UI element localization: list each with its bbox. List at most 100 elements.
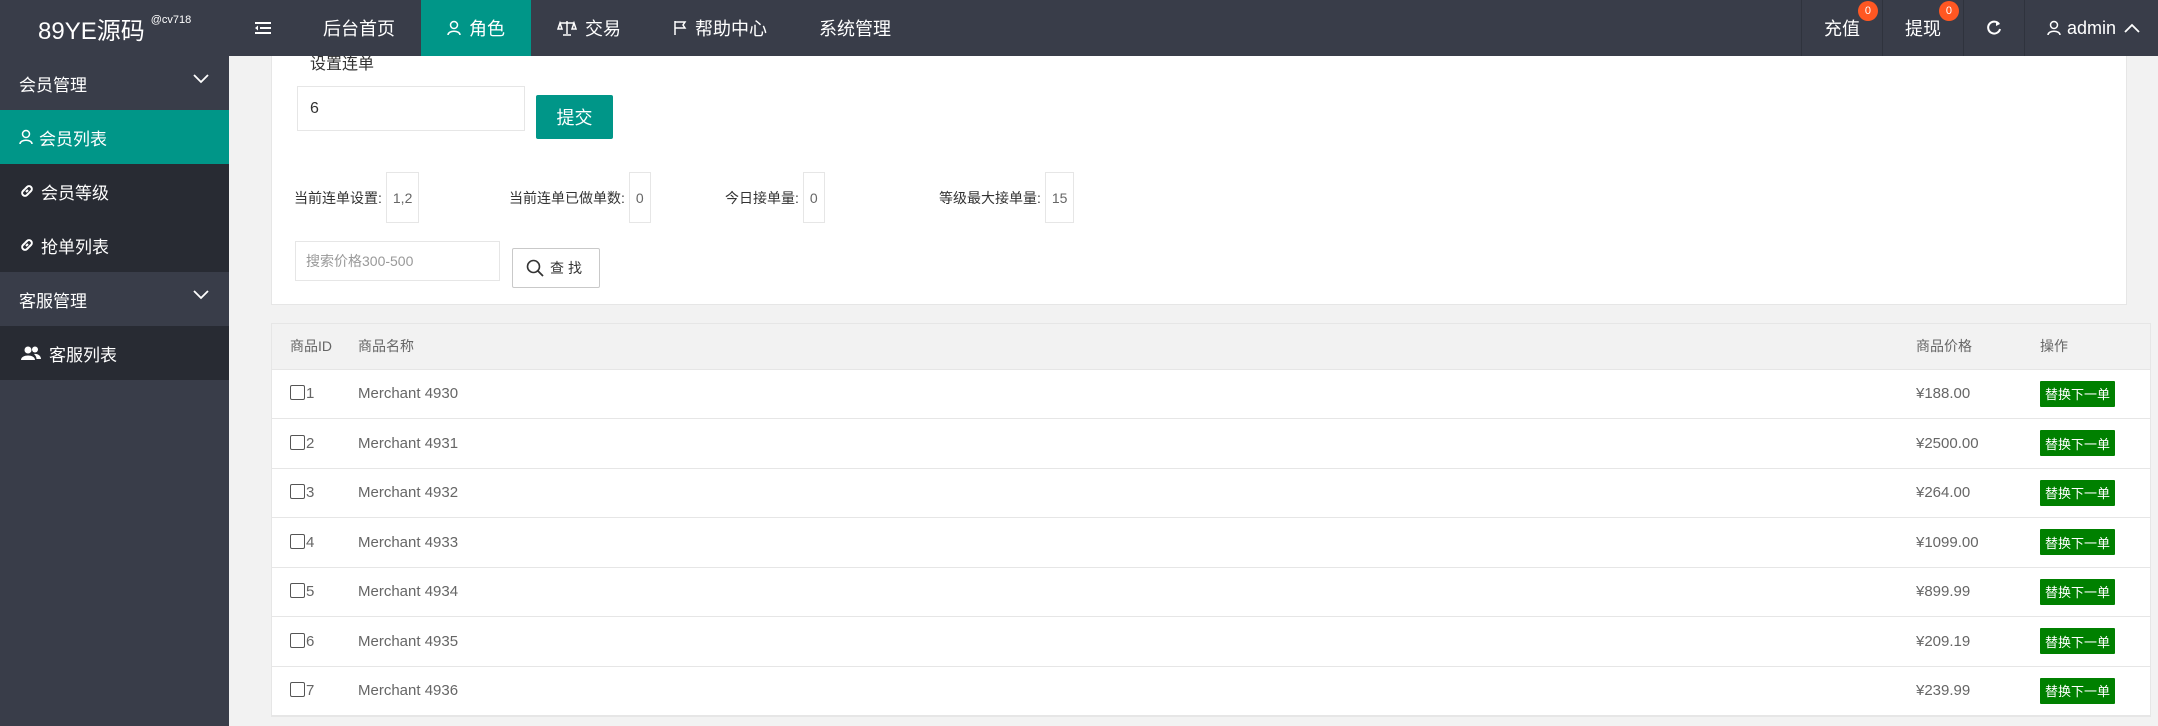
logo-text: 89YE源码 (38, 17, 145, 45)
chevron-down-icon (193, 290, 209, 300)
col-price: 商品价格 (1916, 324, 2040, 370)
row-checkbox[interactable] (290, 434, 305, 450)
cell-price: ¥2500.00 (1916, 418, 2040, 469)
stat-today-orders: 今日接单量: 0 (725, 172, 825, 223)
user-menu[interactable]: admin (2023, 0, 2158, 56)
stat-value: 0 (628, 172, 651, 223)
withdraw-button[interactable]: 提现 0 (1881, 0, 1963, 56)
refresh-icon (1987, 20, 2001, 35)
replace-next-button[interactable]: 替换下一单 (2040, 628, 2116, 655)
row-checkbox[interactable] (290, 632, 305, 648)
cell-name: Merchant 4933 (358, 517, 1916, 568)
sidebar: 会员管理 会员列表 会员等级 抢单列表 客服管理 客服列表 (0, 56, 229, 726)
stat-value: 15 (1044, 172, 1075, 223)
chevron-up-icon (2124, 23, 2140, 33)
search-icon (526, 259, 544, 277)
replace-next-button[interactable]: 替换下一单 (2040, 380, 2116, 407)
scale-icon (557, 20, 577, 36)
lian-order-input[interactable]: 6 (297, 86, 525, 131)
cell-price: ¥239.99 (1916, 666, 2040, 716)
table-row: 2 Merchant 4931 ¥2500.00 替换下一单 (272, 418, 2150, 469)
search-button[interactable]: 查找 (512, 248, 600, 288)
sidebar-group-label: 会员管理 (19, 75, 87, 95)
table-row: 5 Merchant 4934 ¥899.99 替换下一单 (272, 567, 2150, 617)
flag-icon (673, 20, 687, 36)
cell-price: ¥899.99 (1916, 567, 2040, 617)
sidebar-item-label: 抢单列表 (41, 237, 109, 257)
row-id: 7 (306, 682, 315, 700)
submit-button[interactable]: 提交 (536, 95, 613, 139)
row-id: 6 (306, 632, 315, 650)
recharge-button[interactable]: 充值 0 (1800, 0, 1882, 56)
user-name: admin (2066, 17, 2116, 38)
price-search-input[interactable]: 搜索价格300-500 (295, 241, 500, 281)
refresh-button[interactable] (1962, 0, 2024, 56)
cell-name: Merchant 4932 (358, 468, 1916, 518)
replace-next-button[interactable]: 替换下一单 (2040, 578, 2116, 605)
cell-id: 7 (272, 666, 358, 716)
sidebar-group-label: 客服管理 (19, 291, 87, 311)
replace-next-button[interactable]: 替换下一单 (2040, 430, 2116, 457)
logo-sub: @cv718 (150, 14, 192, 26)
cell-op: 替换下一单 (2040, 369, 2150, 419)
row-checkbox[interactable] (290, 484, 305, 500)
user-icon (2047, 20, 2061, 36)
cell-id: 4 (272, 517, 358, 568)
nav-trade-label: 交易 (585, 19, 621, 39)
cell-op: 替换下一单 (2040, 468, 2150, 518)
sidebar-item-member-level[interactable]: 会员等级 (0, 164, 229, 218)
stat-label: 当前连单设置: (294, 189, 382, 206)
cell-price: ¥264.00 (1916, 468, 2040, 518)
link-icon (19, 183, 35, 199)
sidebar-group-service[interactable]: 客服管理 (0, 272, 229, 326)
nav-home-label: 后台首页 (323, 19, 395, 39)
settings-panel: 设置连单 6 提交 当前连单设置: 1,2 当前连单已做单数: 0 今日接单量:… (271, 56, 2127, 305)
nav-trade[interactable]: 交易 (531, 0, 647, 56)
nav-home[interactable]: 后台首页 (297, 0, 421, 56)
right-nav: 充值 0 提现 0 admin (1800, 0, 2158, 56)
product-table: 商品ID 商品名称 商品价格 操作 1 Merchant 4930 ¥188.00 替… (271, 323, 2151, 717)
cell-op: 替换下一单 (2040, 666, 2150, 716)
nav-system[interactable]: 系统管理 (793, 0, 917, 56)
chevron-down-icon (193, 74, 209, 84)
table-row: 1 Merchant 4930 ¥188.00 替换下一单 (272, 369, 2150, 419)
search-button-label: 查找 (550, 260, 586, 276)
nav-system-label: 系统管理 (819, 19, 891, 39)
stat-current-setting: 当前连单设置: 1,2 (294, 172, 420, 223)
row-checkbox[interactable] (290, 533, 305, 549)
row-checkbox[interactable] (290, 385, 305, 401)
stat-label: 今日接单量: (725, 189, 799, 206)
sidebar-group-members[interactable]: 会员管理 (0, 56, 229, 110)
sidebar-item-grab-orders[interactable]: 抢单列表 (0, 218, 229, 272)
nav-role[interactable]: 角色 (421, 0, 531, 56)
withdraw-label: 提现 (1904, 19, 1941, 39)
row-id: 3 (306, 484, 315, 502)
sidebar-item-label: 会员等级 (41, 183, 109, 203)
nav-help[interactable]: 帮助中心 (647, 0, 793, 56)
row-id: 2 (306, 434, 315, 452)
col-id: 商品ID (272, 324, 358, 370)
cell-op: 替换下一单 (2040, 418, 2150, 469)
replace-next-button[interactable]: 替换下一单 (2040, 677, 2116, 704)
sidebar-item-member-list[interactable]: 会员列表 (0, 110, 229, 164)
sidebar-item-service-list[interactable]: 客服列表 (0, 326, 229, 380)
cell-id: 5 (272, 567, 358, 617)
row-checkbox[interactable] (290, 682, 305, 698)
stat-label: 当前连单已做单数: (509, 189, 625, 206)
stat-done-count: 当前连单已做单数: 0 (509, 172, 651, 223)
panel-legend: 设置连单 (310, 56, 375, 73)
replace-next-button[interactable]: 替换下一单 (2040, 529, 2116, 556)
col-op: 操作 (2040, 324, 2150, 370)
stat-value: 1,2 (385, 172, 420, 223)
menu-toggle-button[interactable] (229, 0, 297, 56)
row-id: 5 (306, 583, 315, 601)
users-icon (21, 345, 41, 361)
row-checkbox[interactable] (290, 583, 305, 599)
cell-name: Merchant 4936 (358, 666, 1916, 716)
menu-toggle-icon (255, 22, 271, 34)
logo[interactable]: 89YE源码 @cv718 (0, 0, 229, 56)
replace-next-button[interactable]: 替换下一单 (2040, 479, 2116, 506)
col-name: 商品名称 (358, 324, 1916, 370)
nav-help-label: 帮助中心 (695, 19, 767, 39)
lian-order-value: 6 (310, 99, 319, 117)
